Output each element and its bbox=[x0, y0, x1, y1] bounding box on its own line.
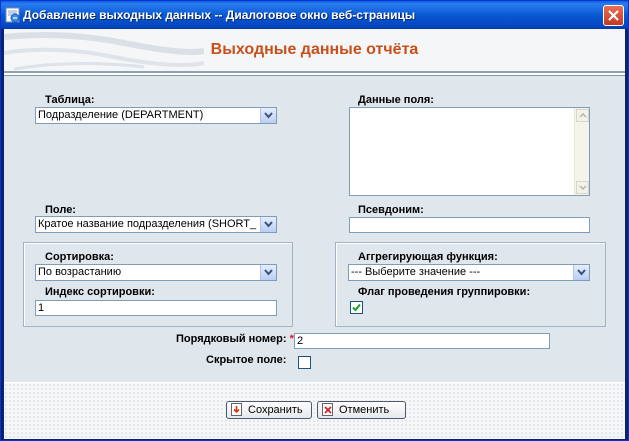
aggregate-select[interactable]: --- Выберите значение --- bbox=[348, 264, 590, 281]
sort-label: Сортировка: bbox=[45, 251, 114, 263]
close-button[interactable] bbox=[603, 5, 624, 26]
close-icon bbox=[608, 10, 619, 21]
sort-index-input[interactable]: 1 bbox=[35, 300, 277, 316]
field-data-textarea[interactable] bbox=[349, 107, 590, 196]
sort-index-label: Индекс сортировки: bbox=[45, 286, 155, 298]
save-icon bbox=[231, 403, 242, 416]
field-select-dropdown[interactable] bbox=[260, 217, 276, 232]
dialog-content: Выходные данные отчёта Таблица: Подразде… bbox=[4, 29, 625, 439]
save-button[interactable]: Сохранить bbox=[226, 401, 312, 419]
field-select[interactable]: Кратое название подразделения (SHORT_ bbox=[35, 216, 277, 233]
chevron-down-icon bbox=[264, 112, 273, 119]
cancel-button-label: Отменить bbox=[339, 404, 390, 416]
table-select[interactable]: Подразделение (DEPARTMENT) bbox=[35, 107, 277, 124]
scroll-up-button[interactable] bbox=[576, 109, 589, 122]
field-select-value: Кратое название подразделения (SHORT_ bbox=[38, 218, 257, 230]
chevron-down-icon bbox=[577, 269, 586, 276]
group-flag-label: Флаг проведения группировки: bbox=[358, 286, 531, 298]
scroll-down-button[interactable] bbox=[576, 181, 589, 194]
checkmark-icon bbox=[352, 303, 361, 312]
table-select-dropdown[interactable] bbox=[260, 108, 276, 123]
group-flag-checkbox[interactable] bbox=[350, 301, 363, 314]
sort-select-dropdown[interactable] bbox=[260, 265, 276, 280]
cancel-button[interactable]: Отменить bbox=[317, 401, 406, 419]
sort-select-value: По возрастанию bbox=[38, 266, 122, 278]
cancel-icon bbox=[322, 403, 333, 416]
aggregate-select-dropdown[interactable] bbox=[573, 265, 589, 280]
order-number-label-wrap: Порядковый номер: * bbox=[176, 333, 294, 345]
sort-select[interactable]: По возрастанию bbox=[35, 264, 277, 281]
field-label: Поле: bbox=[45, 204, 76, 216]
order-number-label: Порядковый номер: bbox=[176, 333, 287, 345]
aggregate-label: Аггрегирующая функция: bbox=[358, 251, 498, 263]
field-data-label: Данные поля: bbox=[358, 94, 434, 106]
hidden-field-checkbox[interactable] bbox=[298, 356, 311, 369]
chevron-up-icon bbox=[579, 113, 587, 118]
order-number-input[interactable]: 2 bbox=[294, 333, 550, 349]
chevron-down-icon bbox=[264, 269, 273, 276]
footer-bar: Сохранить Отменить bbox=[4, 383, 625, 439]
aggregate-select-value: --- Выберите значение --- bbox=[351, 266, 481, 278]
page-title: Выходные данные отчёта bbox=[210, 41, 419, 58]
window-title: Добавление выходных данных -- Диалоговое… bbox=[23, 8, 416, 22]
chevron-down-icon bbox=[579, 185, 587, 190]
hidden-field-label: Скрытое поле: bbox=[206, 354, 287, 366]
form-area: Таблица: Подразделение (DEPARTMENT) Данн… bbox=[4, 75, 625, 382]
title-bar[interactable]: Добавление выходных данных -- Диалоговое… bbox=[1, 1, 628, 29]
field-data-scrollbar[interactable] bbox=[574, 108, 589, 195]
dialog-window: Добавление выходных данных -- Диалоговое… bbox=[0, 0, 629, 441]
table-label: Таблица: bbox=[45, 94, 95, 106]
table-select-value: Подразделение (DEPARTMENT) bbox=[38, 109, 204, 121]
save-button-label: Сохранить bbox=[248, 404, 303, 416]
ie-page-icon bbox=[5, 7, 21, 23]
chevron-down-icon bbox=[264, 221, 273, 228]
alias-label: Псевдоним: bbox=[358, 204, 424, 216]
header-banner: Выходные данные отчёта bbox=[4, 29, 625, 73]
alias-input[interactable] bbox=[349, 217, 590, 233]
